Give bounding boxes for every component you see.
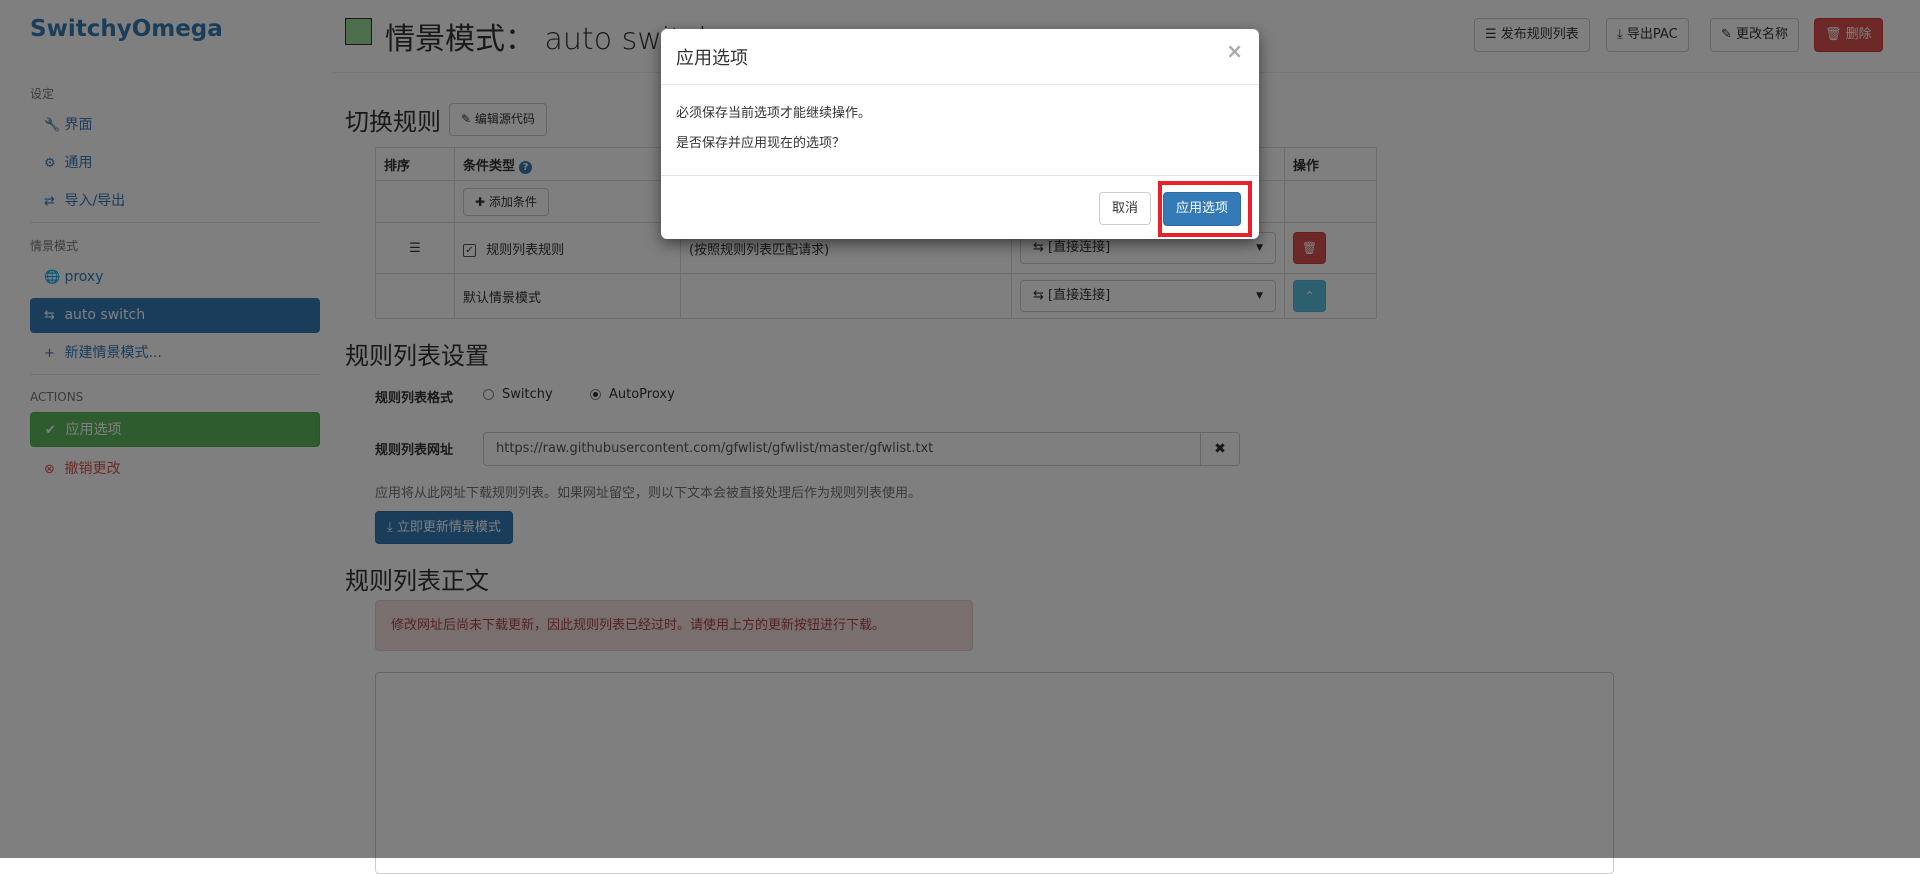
modal-message-line2: 是否保存并应用现在的选项？ <box>676 136 846 151</box>
modal-header: 应用选项 × <box>661 29 1259 85</box>
close-icon[interactable]: × <box>1226 39 1243 63</box>
modal-message-line1: 必须保存当前选项才能继续操作。 <box>676 106 872 121</box>
modal-body: 必须保存当前选项才能继续操作。 是否保存并应用现在的选项？ <box>661 85 1259 176</box>
modal-title: 应用选项 <box>676 48 748 69</box>
cancel-button[interactable]: 取消 <box>1099 192 1152 225</box>
highlight-box <box>1158 181 1252 237</box>
